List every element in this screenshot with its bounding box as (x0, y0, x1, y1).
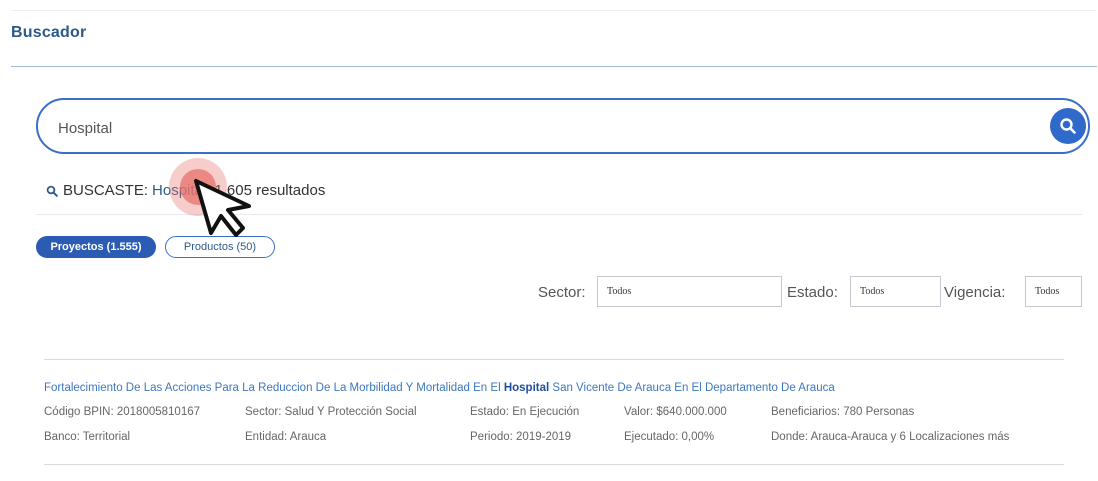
mouse-pointer-icon (194, 179, 251, 237)
project-estado: Estado: En Ejecución (470, 406, 580, 418)
project-donde: Donde: Arauca-Arauca y 6 Localizaciones … (771, 431, 1010, 443)
tab-proyectos[interactable]: Proyectos (1.555) (36, 236, 156, 258)
sector-label: Sector: (538, 284, 586, 301)
search-icon (1060, 118, 1076, 134)
search-input[interactable] (56, 114, 1020, 142)
vigencia-select[interactable]: Todos (1025, 276, 1082, 307)
project-sector: Sector: Salud Y Protección Social (245, 406, 417, 418)
top-rule (11, 10, 1097, 11)
project-title-link[interactable]: Fortalecimiento De Las Acciones Para La … (44, 382, 835, 394)
divider (44, 464, 1064, 465)
estado-select[interactable]: Todos (850, 276, 941, 307)
project-entidad: Entidad: Arauca (245, 431, 327, 443)
project-banco: Banco: Territorial (44, 431, 131, 443)
divider (44, 359, 1064, 360)
project-periodo: Periodo: 2019-2019 (470, 431, 572, 443)
title-rule (11, 66, 1097, 67)
project-valor: Valor: $640.000.000 (624, 406, 727, 418)
search-box (36, 98, 1090, 154)
vigencia-label: Vigencia: (944, 284, 1006, 301)
cursor-overlay (160, 150, 270, 250)
search-button[interactable] (1050, 108, 1086, 144)
sector-select[interactable]: Todos (597, 276, 782, 307)
page-title: Buscador (11, 24, 87, 41)
project-codigo: Código BPIN: 2018005810167 (44, 406, 201, 418)
estado-label: Estado: (787, 284, 838, 301)
project-ejecutado: Ejecutado: 0,00% (624, 431, 715, 443)
search-icon (46, 185, 58, 197)
result-prefix: BUSCASTE: (63, 182, 149, 199)
project-beneficiarios: Beneficiarios: 780 Personas (771, 406, 915, 418)
